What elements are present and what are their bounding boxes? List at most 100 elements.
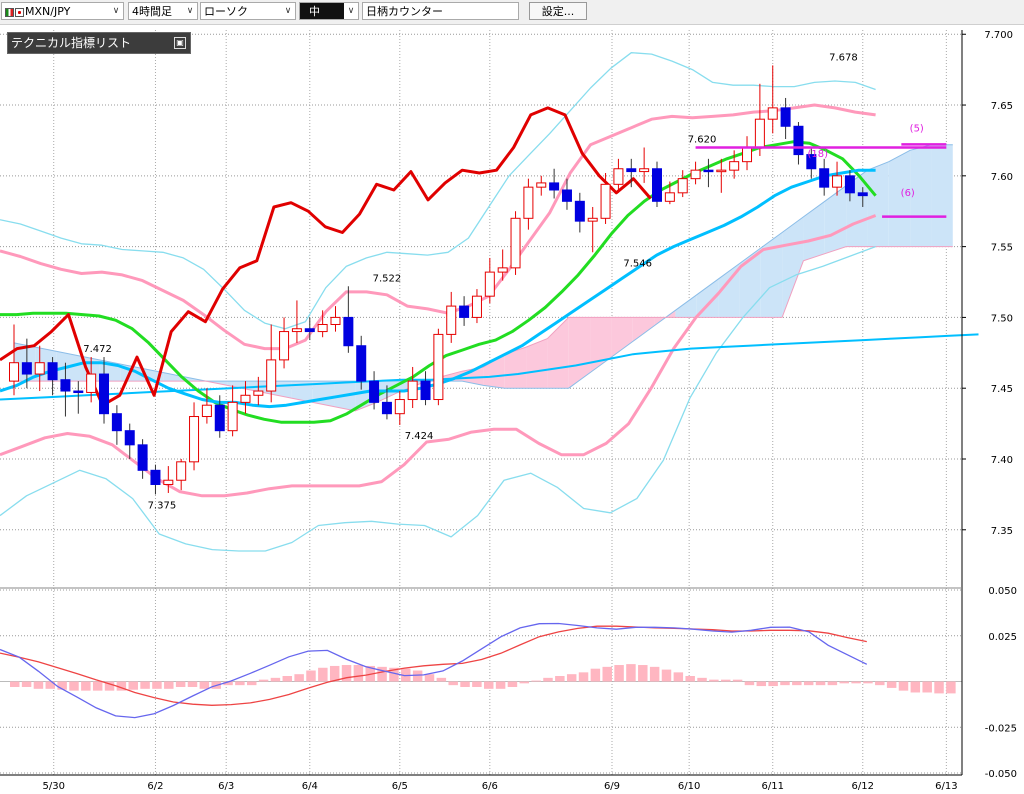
candle-body bbox=[677, 178, 688, 194]
candle-body bbox=[536, 182, 547, 188]
y-tick-label: 7.45 bbox=[991, 384, 1013, 395]
candle-body bbox=[626, 168, 637, 173]
macd-histogram-bar bbox=[946, 681, 956, 694]
macd-y-tick-label: -0.050 bbox=[985, 769, 1017, 780]
candle-body bbox=[497, 267, 508, 273]
x-tick-label: 6/11 bbox=[762, 781, 784, 792]
candle-body bbox=[613, 168, 624, 185]
macd-histogram-bar bbox=[626, 664, 636, 682]
macd-y-tick-label: 0.025 bbox=[988, 632, 1017, 643]
candle-body bbox=[9, 362, 19, 382]
candle-body bbox=[407, 380, 418, 401]
candle-body bbox=[484, 271, 495, 297]
price-annotation: 7.678 bbox=[829, 52, 858, 63]
candle-body bbox=[47, 362, 58, 381]
macd-histogram-bar bbox=[377, 666, 387, 682]
candle-body bbox=[369, 380, 380, 403]
candle-body bbox=[189, 416, 200, 463]
macd-histogram-bar bbox=[898, 681, 909, 691]
macd-histogram-bar bbox=[578, 672, 589, 682]
macd-histogram-bar bbox=[69, 681, 79, 691]
cloud-segment bbox=[931, 144, 953, 247]
candle-body bbox=[716, 169, 727, 173]
axes: 7.700 7.65 7.60 7.55 7.50 7.45 7.40 7.35 0.050 0.… bbox=[0, 30, 1017, 792]
candle-body bbox=[266, 359, 277, 392]
x-tick-label: 6/5 bbox=[392, 781, 408, 792]
macd-histogram-bar bbox=[282, 676, 293, 682]
macd-histogram-bar bbox=[851, 681, 861, 684]
candle-body bbox=[394, 399, 405, 415]
candle-body bbox=[690, 169, 701, 180]
macd-histogram-bar bbox=[519, 681, 530, 684]
macd-histogram-bar bbox=[555, 676, 565, 682]
candle-body bbox=[857, 192, 868, 197]
candle-body bbox=[844, 175, 855, 194]
x-tick-label: 6/6 bbox=[482, 781, 498, 792]
x-tick-label: 6/4 bbox=[302, 781, 318, 792]
macd-histogram-bar bbox=[318, 667, 328, 682]
price-annotation: 7.620 bbox=[688, 135, 717, 146]
price-annotation: (6) bbox=[901, 188, 915, 199]
candle-body bbox=[279, 331, 290, 361]
candle-body bbox=[652, 168, 662, 202]
macd-y-tick-label: -0.025 bbox=[985, 723, 1017, 734]
x-tick-label: 6/13 bbox=[935, 781, 957, 792]
macd-histogram-bar bbox=[756, 681, 767, 687]
cloud-segment bbox=[675, 294, 697, 318]
macd-histogram-bar bbox=[839, 681, 849, 684]
macd-histogram-bar bbox=[875, 681, 885, 686]
candle-body bbox=[73, 390, 84, 394]
candle-body bbox=[510, 217, 521, 269]
macd-histogram-bar bbox=[270, 677, 281, 682]
candle-body bbox=[754, 118, 765, 149]
macd-histogram-bar bbox=[732, 679, 743, 682]
macd-histogram-bar bbox=[235, 681, 245, 686]
macd-histogram-bar bbox=[436, 677, 447, 682]
macd-histogram-bar bbox=[602, 666, 612, 682]
candle-body bbox=[549, 182, 560, 191]
minimize-icon[interactable]: ▣ bbox=[174, 37, 186, 49]
macd-histogram-bar bbox=[10, 681, 20, 687]
candle-body bbox=[21, 362, 32, 375]
price-annotation: (18) bbox=[807, 149, 828, 160]
candle-body bbox=[819, 168, 830, 188]
candle-body bbox=[176, 461, 187, 481]
price-annotation: 7.522 bbox=[373, 273, 402, 284]
technical-indicator-panel[interactable]: テクニカル指標リスト ▣ bbox=[7, 32, 191, 54]
macd-histogram-bar bbox=[412, 670, 423, 682]
x-tick-label: 6/12 bbox=[852, 781, 874, 792]
macd-histogram-bar bbox=[685, 676, 695, 682]
macd-histogram-bar bbox=[590, 668, 601, 682]
candle-body bbox=[291, 328, 302, 333]
macd-histogram-bar bbox=[531, 680, 541, 682]
signal-line bbox=[0, 625, 867, 706]
macd-histogram-bar bbox=[187, 681, 198, 687]
ichimoku-cloud bbox=[13, 144, 953, 412]
macd-histogram-bar bbox=[92, 681, 103, 691]
y-tick-label: 7.50 bbox=[991, 313, 1013, 324]
candle-body bbox=[304, 328, 315, 333]
annotations: 7.472 7.375 7.522 7.424 7.546 7.620 7.678 (18) (… bbox=[83, 52, 947, 511]
macd-histogram-bar bbox=[306, 670, 316, 682]
cloud-segment bbox=[824, 185, 847, 254]
candle-body bbox=[330, 316, 341, 325]
candle-body bbox=[471, 295, 482, 318]
macd-histogram-bar bbox=[803, 681, 814, 686]
macd-histogram-bar bbox=[484, 681, 494, 689]
candle-body bbox=[111, 413, 122, 432]
macd-histogram-bar bbox=[543, 677, 553, 682]
candle-body bbox=[150, 469, 161, 485]
x-tick-label: 6/3 bbox=[218, 781, 234, 792]
macd-histogram-bar bbox=[353, 665, 364, 682]
macd-histogram-bar bbox=[294, 674, 304, 682]
macd-histogram-bar bbox=[827, 681, 838, 686]
candle-body bbox=[703, 169, 714, 173]
cloud-segment bbox=[632, 317, 655, 342]
cloud-span-b-line bbox=[14, 246, 953, 412]
macd-histogram-bar bbox=[175, 681, 186, 687]
candle-body bbox=[124, 430, 135, 446]
candle-body bbox=[664, 192, 675, 202]
candle-body bbox=[227, 401, 238, 432]
macd-histogram-bar bbox=[744, 681, 755, 686]
candle-body bbox=[832, 175, 843, 188]
